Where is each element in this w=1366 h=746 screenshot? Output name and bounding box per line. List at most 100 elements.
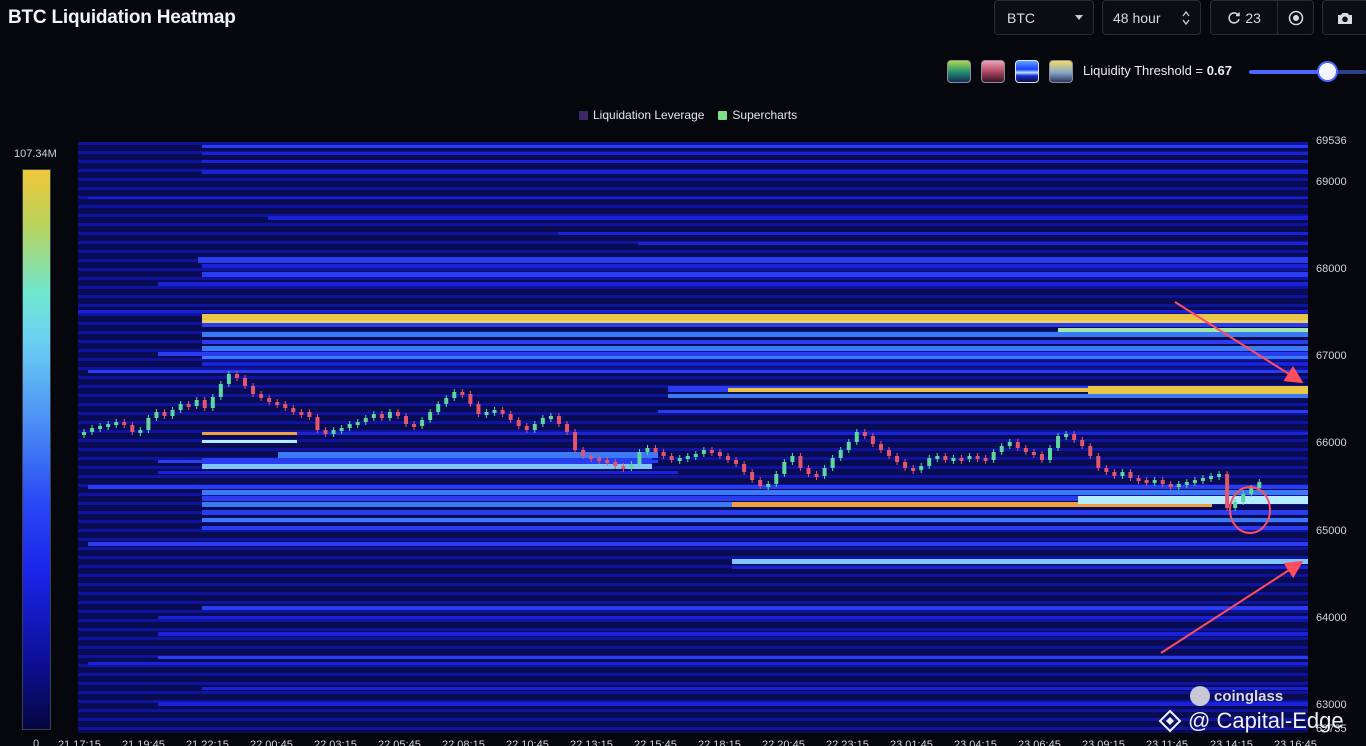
candle-body — [734, 460, 739, 464]
candle-body — [589, 456, 594, 459]
liquidity-band — [158, 656, 1308, 659]
range-select[interactable]: 48 hour — [1102, 0, 1201, 35]
candle-body — [540, 418, 545, 424]
candle-body — [870, 436, 875, 444]
candle-body — [1209, 476, 1213, 479]
liquidity-band — [78, 709, 1308, 712]
candle-body — [1160, 480, 1165, 484]
time-tick: 22 20:45 — [762, 739, 805, 746]
coinglass-logo-icon — [1190, 686, 1210, 706]
candle-body — [1128, 472, 1133, 478]
focus-button[interactable] — [1278, 1, 1313, 34]
candle-body — [838, 450, 843, 458]
candle-body — [1152, 480, 1157, 483]
threshold-slider[interactable] — [1249, 63, 1366, 80]
candle-body — [484, 412, 489, 415]
liquidity-band — [202, 145, 1308, 148]
liquidation-heatmap[interactable] — [78, 142, 1308, 733]
screenshot-button[interactable] — [1322, 0, 1366, 35]
candle-body — [573, 432, 578, 450]
candle-body — [460, 392, 465, 395]
chart-legend: Liquidation Leverage Supercharts — [579, 108, 797, 122]
candle-body — [412, 424, 417, 427]
liquidity-band — [202, 518, 1308, 522]
camera-icon — [1337, 12, 1352, 24]
candle-body — [114, 422, 119, 425]
candle-body — [532, 424, 537, 430]
candle-body — [701, 450, 706, 454]
candle-body — [1080, 440, 1085, 446]
candle-body — [500, 410, 505, 414]
liquidity-band — [158, 282, 1308, 286]
candle-body — [766, 484, 771, 487]
candle-body — [82, 432, 86, 435]
candle-body — [138, 430, 143, 433]
liquidity-band — [78, 727, 1308, 730]
candle-body — [991, 452, 996, 460]
legend-swatch — [718, 110, 728, 120]
palette-swatch-gold[interactable] — [1049, 60, 1073, 83]
candle-body — [645, 448, 650, 452]
liquidity-band — [78, 691, 1308, 694]
candle-body — [1225, 474, 1230, 508]
candle-body — [1015, 442, 1020, 448]
candle-body — [516, 420, 521, 426]
candle-body — [234, 374, 239, 378]
candle-body — [830, 458, 835, 468]
liquidity-band — [78, 592, 1308, 595]
candle-body — [597, 458, 602, 461]
palette-swatch-rose[interactable] — [981, 60, 1005, 83]
candle-body — [1168, 484, 1173, 487]
threshold-slider-thumb[interactable] — [1318, 63, 1336, 80]
liquidity-band — [78, 178, 1308, 181]
candle-body — [742, 464, 747, 472]
liquidity-band — [202, 510, 1308, 515]
liquidity-band — [732, 566, 1308, 569]
liquidity-band — [202, 432, 297, 435]
liquidity-band — [198, 257, 1308, 263]
candle-body — [758, 480, 763, 486]
legend-item-supercharts[interactable]: Supercharts — [718, 108, 797, 122]
time-tick: 22 18:15 — [698, 739, 741, 746]
candle-body — [878, 444, 883, 450]
candle-body — [387, 412, 392, 418]
liquidity-band — [78, 268, 1308, 271]
legend-swatch — [579, 110, 588, 120]
liquidity-band — [78, 601, 1308, 604]
refresh-button[interactable]: 23 — [1211, 1, 1279, 34]
candle-body — [1184, 482, 1189, 485]
candle-body — [548, 416, 553, 419]
candle-body — [395, 412, 400, 416]
candle-body — [371, 414, 376, 418]
candle-body — [331, 430, 336, 434]
candle-body — [524, 426, 529, 430]
time-tick: 22 05:45 — [378, 739, 421, 746]
color-scale-bar — [22, 169, 51, 730]
coin-select[interactable]: BTC — [994, 0, 1094, 35]
candle-body — [790, 456, 795, 462]
liquidity-band — [78, 574, 1308, 577]
candle-body — [669, 456, 674, 460]
candle-body — [806, 468, 811, 474]
legend-item-leverage[interactable]: Liquidation Leverage — [579, 108, 704, 122]
time-tick: 21 22:15 — [186, 739, 229, 746]
liquidity-band — [158, 352, 1308, 356]
time-tick: 23 01:45 — [890, 739, 933, 746]
refresh-group: 23 — [1210, 0, 1314, 35]
candle-body — [846, 442, 851, 450]
candle-body — [581, 450, 586, 456]
candle-body — [613, 462, 618, 466]
candle-body — [782, 462, 787, 474]
candle-body — [178, 404, 183, 410]
candle-body — [420, 420, 425, 426]
candle-body — [661, 452, 666, 456]
candle-body — [299, 412, 304, 415]
candle-body — [1096, 456, 1101, 468]
liquidity-band — [78, 286, 1308, 289]
palette-swatch-blue[interactable] — [1015, 60, 1039, 83]
color-scale-max: 107.34M — [14, 148, 57, 160]
candle-body — [90, 428, 95, 432]
candle-body — [259, 394, 264, 398]
candle-body — [717, 452, 722, 456]
palette-swatch-green[interactable] — [947, 60, 971, 83]
